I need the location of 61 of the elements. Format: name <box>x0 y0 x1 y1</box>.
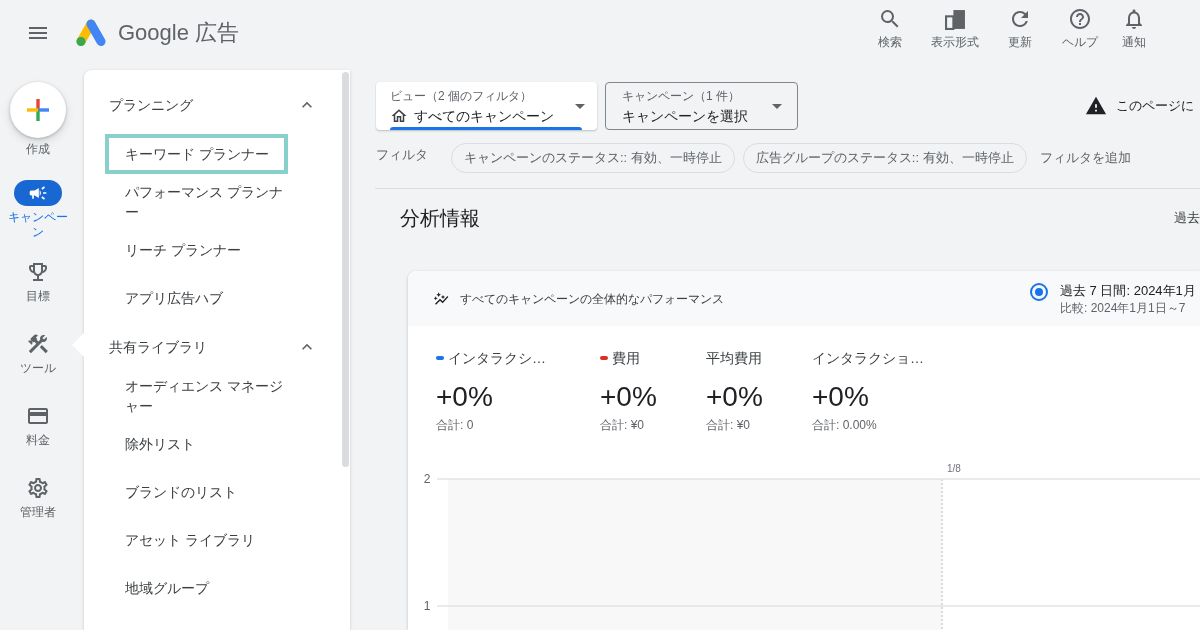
toolbar-button[interactable]: 通知 <box>1110 0 1158 50</box>
menu-item[interactable]: リーチ プランナー <box>105 230 288 270</box>
metric-value: +0% <box>436 381 493 413</box>
add-filter-link[interactable]: フィルタを追加 <box>1039 148 1131 168</box>
toolbar-button[interactable]: 更新 <box>990 0 1050 50</box>
plus-icon <box>26 99 49 121</box>
metric-total: 合計: 0.00% <box>812 417 877 433</box>
metric-label: インタラクショ… <box>812 349 924 368</box>
menu-item[interactable]: 地域グループ <box>105 568 288 608</box>
nav-item[interactable]: 料金 <box>0 403 84 448</box>
metric-value: +0% <box>600 381 657 413</box>
menu-item[interactable]: アセット ライブラリ <box>105 520 288 560</box>
card-title: すべてのキャンペーンの全体的なパフォーマンス <box>460 290 724 307</box>
menu-item[interactable]: アプリ広告ハブ <box>105 278 288 318</box>
metric-total: 合計: 0 <box>436 417 474 433</box>
y-tick-label: 2 <box>423 472 431 486</box>
nav-item[interactable]: キャンペーン <box>0 180 84 240</box>
toolbar-button[interactable]: 検索 <box>860 0 920 50</box>
menu-item[interactable]: パフォーマンス プランナー <box>105 178 288 226</box>
help-icon <box>1068 7 1092 31</box>
campaign-dropdown[interactable]: キャンペーン（1 件） キャンペーンを選択 <box>605 82 798 130</box>
product-name: Google 広告 <box>118 19 240 47</box>
megaphone-icon <box>13 180 62 206</box>
nav-item[interactable]: ツール <box>0 331 84 376</box>
settings-icon <box>25 475 50 501</box>
toolbar-button[interactable]: ヘルプ <box>1050 0 1110 50</box>
filter-label: フィルタ <box>376 146 428 164</box>
notice-text: このページに <box>1116 97 1194 115</box>
create-label: 作成 <box>25 141 50 157</box>
caret-icon <box>575 103 585 109</box>
menu-item[interactable]: オーディエンス マネージャー <box>105 372 288 420</box>
radio-button[interactable] <box>1030 283 1048 301</box>
y-tick-label: 1 <box>423 599 431 613</box>
metric-total: 合計: ¥0 <box>600 417 644 433</box>
menu-item[interactable]: ブランドのリスト <box>105 472 288 512</box>
date-range-button[interactable]: 過去 <box>1174 208 1200 228</box>
metric-label: 平均費用 <box>706 349 762 368</box>
trend-sparkle-icon <box>433 290 449 307</box>
scrollbar[interactable] <box>342 72 349 467</box>
nav-item[interactable]: 管理者 <box>0 475 84 520</box>
section-header[interactable]: プランニング <box>84 80 341 130</box>
section-title: 分析情報 <box>400 206 480 231</box>
period-label: 過去 7 日間: 2024年1月 <box>1060 282 1196 300</box>
layout-icon <box>944 8 966 30</box>
metric-label: 費用 <box>612 349 640 368</box>
nav-item[interactable]: 目標 <box>0 259 84 304</box>
metric-value: +0% <box>706 381 763 413</box>
menu-item[interactable]: キーワード プランナー <box>105 134 288 174</box>
metric-value: +0% <box>812 381 869 413</box>
x-tick-label: 1/8 <box>947 463 961 474</box>
menu-item[interactable]: 除外リスト <box>105 424 288 464</box>
comparison-label: 比較: 2024年1月1日～7 <box>1060 300 1187 316</box>
toolbar-button[interactable]: 表示形式 <box>920 0 990 50</box>
create-button[interactable] <box>9 82 66 138</box>
metric-total: 合計: ¥0 <box>706 417 750 433</box>
app-logo <box>75 19 107 47</box>
view-dropdown[interactable]: ビュー（2 個のフィルタ） すべてのキャンペーン <box>376 82 597 130</box>
warning-icon <box>1085 95 1107 117</box>
metric-label: インタラクシ… <box>448 349 546 368</box>
section-header[interactable]: 共有ライブラリ <box>84 322 341 372</box>
caret-icon <box>772 103 782 109</box>
